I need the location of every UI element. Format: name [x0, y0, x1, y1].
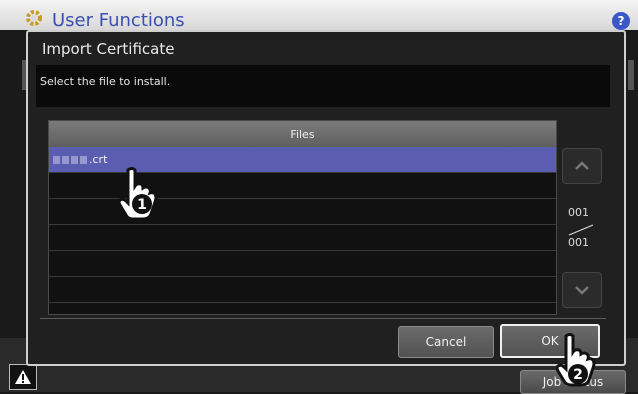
page-divider — [568, 224, 594, 236]
hand-pointer-icon: 1 — [117, 167, 158, 221]
scroll-down-icon — [575, 286, 589, 295]
warning-icon — [15, 370, 31, 384]
app-title: User Functions — [52, 10, 185, 31]
page-indicator: 001 001 — [562, 204, 600, 254]
redacted-text — [53, 155, 60, 164]
message-text: Select the file to install. — [40, 75, 171, 88]
step-2-label: 2 — [573, 367, 583, 383]
gear-icon — [26, 10, 42, 26]
scroll-up-icon — [575, 161, 589, 170]
scroll-down-button[interactable] — [562, 272, 602, 308]
page-total: 001 — [568, 236, 589, 249]
step-1-label: 1 — [137, 197, 147, 213]
files-column-header: Files — [49, 121, 556, 147]
file-name: .crt — [89, 153, 108, 166]
background-panel-edge — [628, 60, 634, 90]
help-icon[interactable]: ? — [612, 12, 630, 30]
redacted-text — [80, 155, 87, 164]
page-current: 001 — [568, 206, 589, 219]
cancel-button[interactable]: Cancel — [398, 326, 494, 358]
file-row[interactable] — [49, 225, 556, 251]
dialog-title: Import Certificate — [42, 40, 175, 58]
file-row[interactable] — [49, 277, 556, 303]
scroll-up-button[interactable] — [562, 148, 602, 184]
divider — [40, 318, 606, 319]
redacted-text — [62, 155, 69, 164]
redacted-text — [71, 155, 78, 164]
app-header: User Functions ? — [0, 0, 638, 31]
message-area: Select the file to install. — [36, 65, 610, 107]
file-row[interactable] — [49, 251, 556, 277]
hand-pointer-icon: 2 — [556, 333, 596, 387]
warning-button[interactable] — [9, 364, 37, 390]
